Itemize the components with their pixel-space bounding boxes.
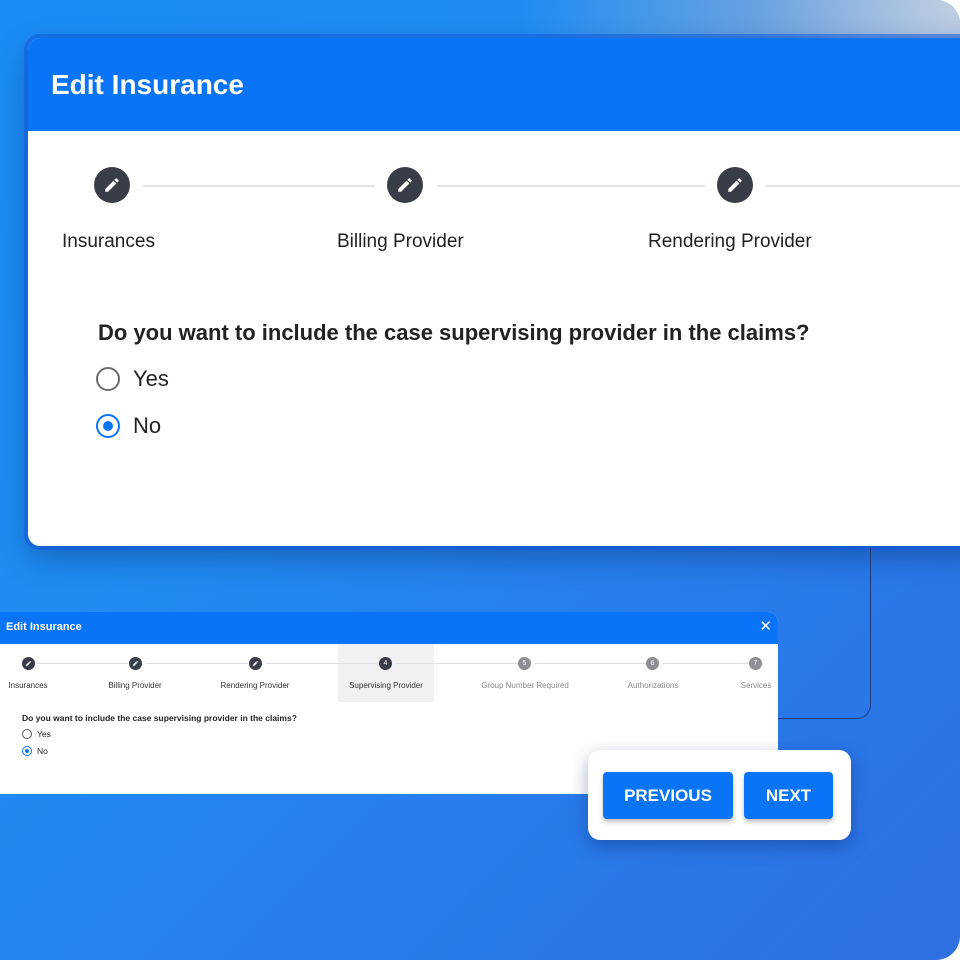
mini-radio-yes[interactable] (22, 729, 32, 739)
mini-step-5-marker[interactable]: 5 (518, 657, 531, 670)
promo-canvas: Edit Insurance Insurances Billing Provid… (0, 0, 960, 960)
mini-step-label-group-number-required[interactable]: Group Number Required (481, 681, 569, 690)
mini-step-label-services[interactable]: Services (741, 681, 772, 690)
mini-dialog-header: Edit Insurance ✕ (0, 612, 778, 644)
mini-radio-no-label[interactable]: No (37, 746, 48, 756)
previous-button[interactable]: PREVIOUS (603, 772, 733, 819)
mini-step-billing-provider-pencil-icon[interactable] (129, 657, 142, 670)
close-icon[interactable]: ✕ (759, 617, 772, 637)
step-connector (535, 663, 646, 664)
mini-step-rendering-provider-pencil-icon[interactable] (249, 657, 262, 670)
mini-stepper: 4 5 6 7 (0, 644, 778, 702)
step-connector (143, 185, 375, 187)
step-connector (266, 663, 378, 664)
dialog-title: Edit Insurance (51, 68, 244, 100)
dialog-header: Edit Insurance (28, 38, 960, 131)
mini-radio-yes-label[interactable]: Yes (37, 729, 51, 739)
step-connector (396, 663, 518, 664)
next-button[interactable]: NEXT (744, 772, 833, 819)
mini-step-7-marker[interactable]: 7 (749, 657, 762, 670)
option-yes[interactable]: Yes (96, 366, 169, 392)
step-connector (663, 663, 749, 664)
mini-step-label-authorizations[interactable]: Authorizations (628, 681, 679, 690)
stepper: Insurances Billing Provider Rendering Pr… (28, 131, 960, 281)
mini-step-label-supervising-provider[interactable]: Supervising Provider (349, 681, 423, 690)
step-insurances-pencil-icon[interactable] (94, 167, 130, 203)
step-connector (145, 663, 248, 664)
step-label-rendering-provider[interactable]: Rendering Provider (648, 231, 812, 253)
mini-step-insurances-pencil-icon[interactable] (22, 657, 35, 670)
mini-step-label-insurances[interactable]: Insurances (8, 681, 47, 690)
step-label-insurances[interactable]: Insurances (62, 231, 155, 253)
radio-yes[interactable] (96, 367, 120, 391)
step-connector (437, 185, 705, 187)
step-rendering-provider-pencil-icon[interactable] (717, 167, 753, 203)
active-step-highlight (338, 644, 434, 702)
step-label-billing-provider[interactable]: Billing Provider (337, 231, 464, 253)
supervising-provider-question: Do you want to include the case supervis… (98, 320, 810, 345)
step-connector (766, 185, 960, 187)
mini-dialog-title: Edit Insurance (6, 621, 82, 633)
radio-no[interactable] (96, 414, 120, 438)
mini-option-yes[interactable]: Yes (22, 729, 51, 739)
step-billing-provider-pencil-icon[interactable] (387, 167, 423, 203)
mini-radio-no[interactable] (22, 746, 32, 756)
mini-step-4-marker[interactable]: 4 (379, 657, 392, 670)
mini-step-label-billing-provider[interactable]: Billing Provider (108, 681, 161, 690)
mini-option-no[interactable]: No (22, 746, 48, 756)
radio-yes-label[interactable]: Yes (133, 366, 169, 392)
radio-no-label[interactable]: No (133, 413, 161, 439)
step-connector (37, 663, 128, 664)
mini-step-label-rendering-provider[interactable]: Rendering Provider (221, 681, 290, 690)
navigation-button-panel: PREVIOUS NEXT (588, 750, 851, 840)
edit-insurance-dialog-zoomed: Edit Insurance Insurances Billing Provid… (28, 38, 960, 546)
mini-step-6-marker[interactable]: 6 (646, 657, 659, 670)
mini-supervising-provider-question: Do you want to include the case supervis… (22, 713, 297, 723)
option-no[interactable]: No (96, 413, 161, 439)
